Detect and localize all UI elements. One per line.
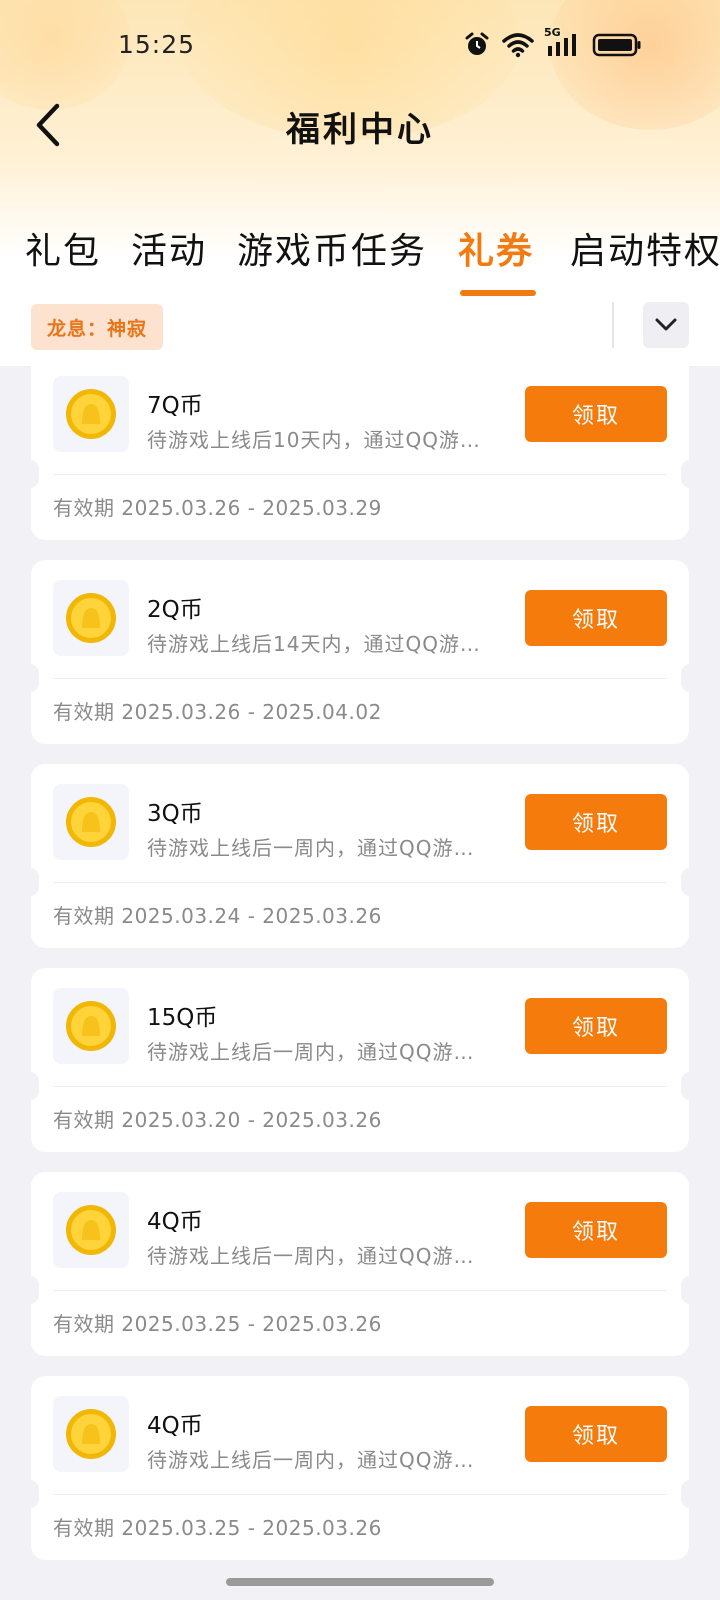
validity-period: 有效期 2025.03.26 - 2025.03.29	[53, 496, 382, 520]
tab-gift-pack[interactable]: 礼包	[25, 222, 101, 274]
page-title: 福利中心	[286, 110, 434, 150]
claim-button[interactable]: 领取	[525, 998, 667, 1054]
coin-thumbnail	[53, 988, 129, 1064]
coin-thumbnail	[53, 376, 129, 452]
filter-dropdown-button[interactable]	[643, 302, 689, 348]
validity-period: 有效期 2025.03.20 - 2025.03.26	[53, 1108, 382, 1132]
home-indicator[interactable]	[226, 1578, 494, 1586]
battery-icon	[592, 32, 642, 62]
status-icons: 5G	[464, 26, 642, 62]
qq-coin-icon	[66, 797, 116, 847]
coupon-title: 15Q币	[147, 1005, 218, 1031]
filter-row: 龙息：神寂	[0, 296, 720, 366]
coupon-list[interactable]: 7Q币 待游戏上线后10天内，通过QQ游… 领取 有效期 2025.03.26 …	[0, 366, 720, 1562]
card-divider	[53, 1494, 667, 1495]
card-divider	[53, 678, 667, 679]
coupon-title: 3Q币	[147, 801, 203, 827]
claim-button[interactable]: 领取	[525, 590, 667, 646]
validity-period: 有效期 2025.03.26 - 2025.04.02	[53, 700, 382, 724]
coupon-description: 待游戏上线后一周内，通过QQ游…	[147, 1448, 475, 1472]
tab-activities[interactable]: 活动	[131, 222, 207, 274]
coupon-description: 待游戏上线后一周内，通过QQ游…	[147, 1040, 475, 1064]
coupon-card: 4Q币 待游戏上线后一周内，通过QQ游… 领取 有效期 2025.03.25 -…	[31, 1172, 689, 1356]
status-time: 15:25	[118, 30, 196, 59]
qq-coin-icon	[66, 593, 116, 643]
card-divider	[53, 882, 667, 883]
coupon-card: 15Q币 待游戏上线后一周内，通过QQ游… 领取 有效期 2025.03.20 …	[31, 968, 689, 1152]
page-header: 福利中心	[0, 92, 720, 162]
qq-coin-icon	[66, 389, 116, 439]
filter-divider	[612, 302, 614, 348]
card-divider	[53, 1086, 667, 1087]
coin-thumbnail	[53, 784, 129, 860]
network-type-label: 5G	[544, 26, 561, 39]
coin-thumbnail	[53, 1192, 129, 1268]
wifi-icon	[502, 32, 534, 62]
coin-thumbnail	[53, 1396, 129, 1472]
coupon-title: 4Q币	[147, 1209, 203, 1235]
coupon-description: 待游戏上线后14天内，通过QQ游…	[147, 632, 481, 656]
coin-thumbnail	[53, 580, 129, 656]
coupon-card: 3Q币 待游戏上线后一周内，通过QQ游… 领取 有效期 2025.03.24 -…	[31, 764, 689, 948]
alarm-icon	[464, 32, 490, 62]
validity-period: 有效期 2025.03.25 - 2025.03.26	[53, 1516, 382, 1540]
qq-coin-icon	[66, 1001, 116, 1051]
claim-button[interactable]: 领取	[525, 1406, 667, 1462]
coupon-card: 2Q币 待游戏上线后14天内，通过QQ游… 领取 有效期 2025.03.26 …	[31, 560, 689, 744]
claim-button[interactable]: 领取	[525, 1202, 667, 1258]
cellular-signal-icon: 5G	[544, 26, 580, 62]
chevron-down-icon	[655, 318, 677, 331]
qq-coin-icon	[66, 1409, 116, 1459]
coupon-description: 待游戏上线后一周内，通过QQ游…	[147, 1244, 475, 1268]
validity-period: 有效期 2025.03.25 - 2025.03.26	[53, 1312, 382, 1336]
coupon-title: 7Q币	[147, 393, 203, 419]
claim-button[interactable]: 领取	[525, 794, 667, 850]
card-divider	[53, 474, 667, 475]
status-bar: 15:25 5G	[0, 0, 720, 96]
coupon-title: 4Q币	[147, 1413, 203, 1439]
game-filter-tag[interactable]: 龙息：神寂	[31, 304, 164, 350]
tab-bar: 礼包 活动 游戏币任务 礼券 启动特权	[0, 210, 720, 300]
qq-coin-icon	[66, 1205, 116, 1255]
tab-coin-tasks[interactable]: 游戏币任务	[237, 222, 427, 274]
tab-launch-privileges[interactable]: 启动特权	[570, 222, 720, 274]
claim-button[interactable]: 领取	[525, 386, 667, 442]
card-divider	[53, 1290, 667, 1291]
coupon-title: 2Q币	[147, 597, 203, 623]
tab-coupons[interactable]: 礼券	[458, 222, 534, 274]
coupon-description: 待游戏上线后10天内，通过QQ游…	[147, 428, 481, 452]
coupon-description: 待游戏上线后一周内，通过QQ游…	[147, 836, 475, 860]
coupon-card: 4Q币 待游戏上线后一周内，通过QQ游… 领取 有效期 2025.03.25 -…	[31, 1376, 689, 1560]
validity-period: 有效期 2025.03.24 - 2025.03.26	[53, 904, 382, 928]
coupon-card: 7Q币 待游戏上线后10天内，通过QQ游… 领取 有效期 2025.03.26 …	[31, 366, 689, 540]
